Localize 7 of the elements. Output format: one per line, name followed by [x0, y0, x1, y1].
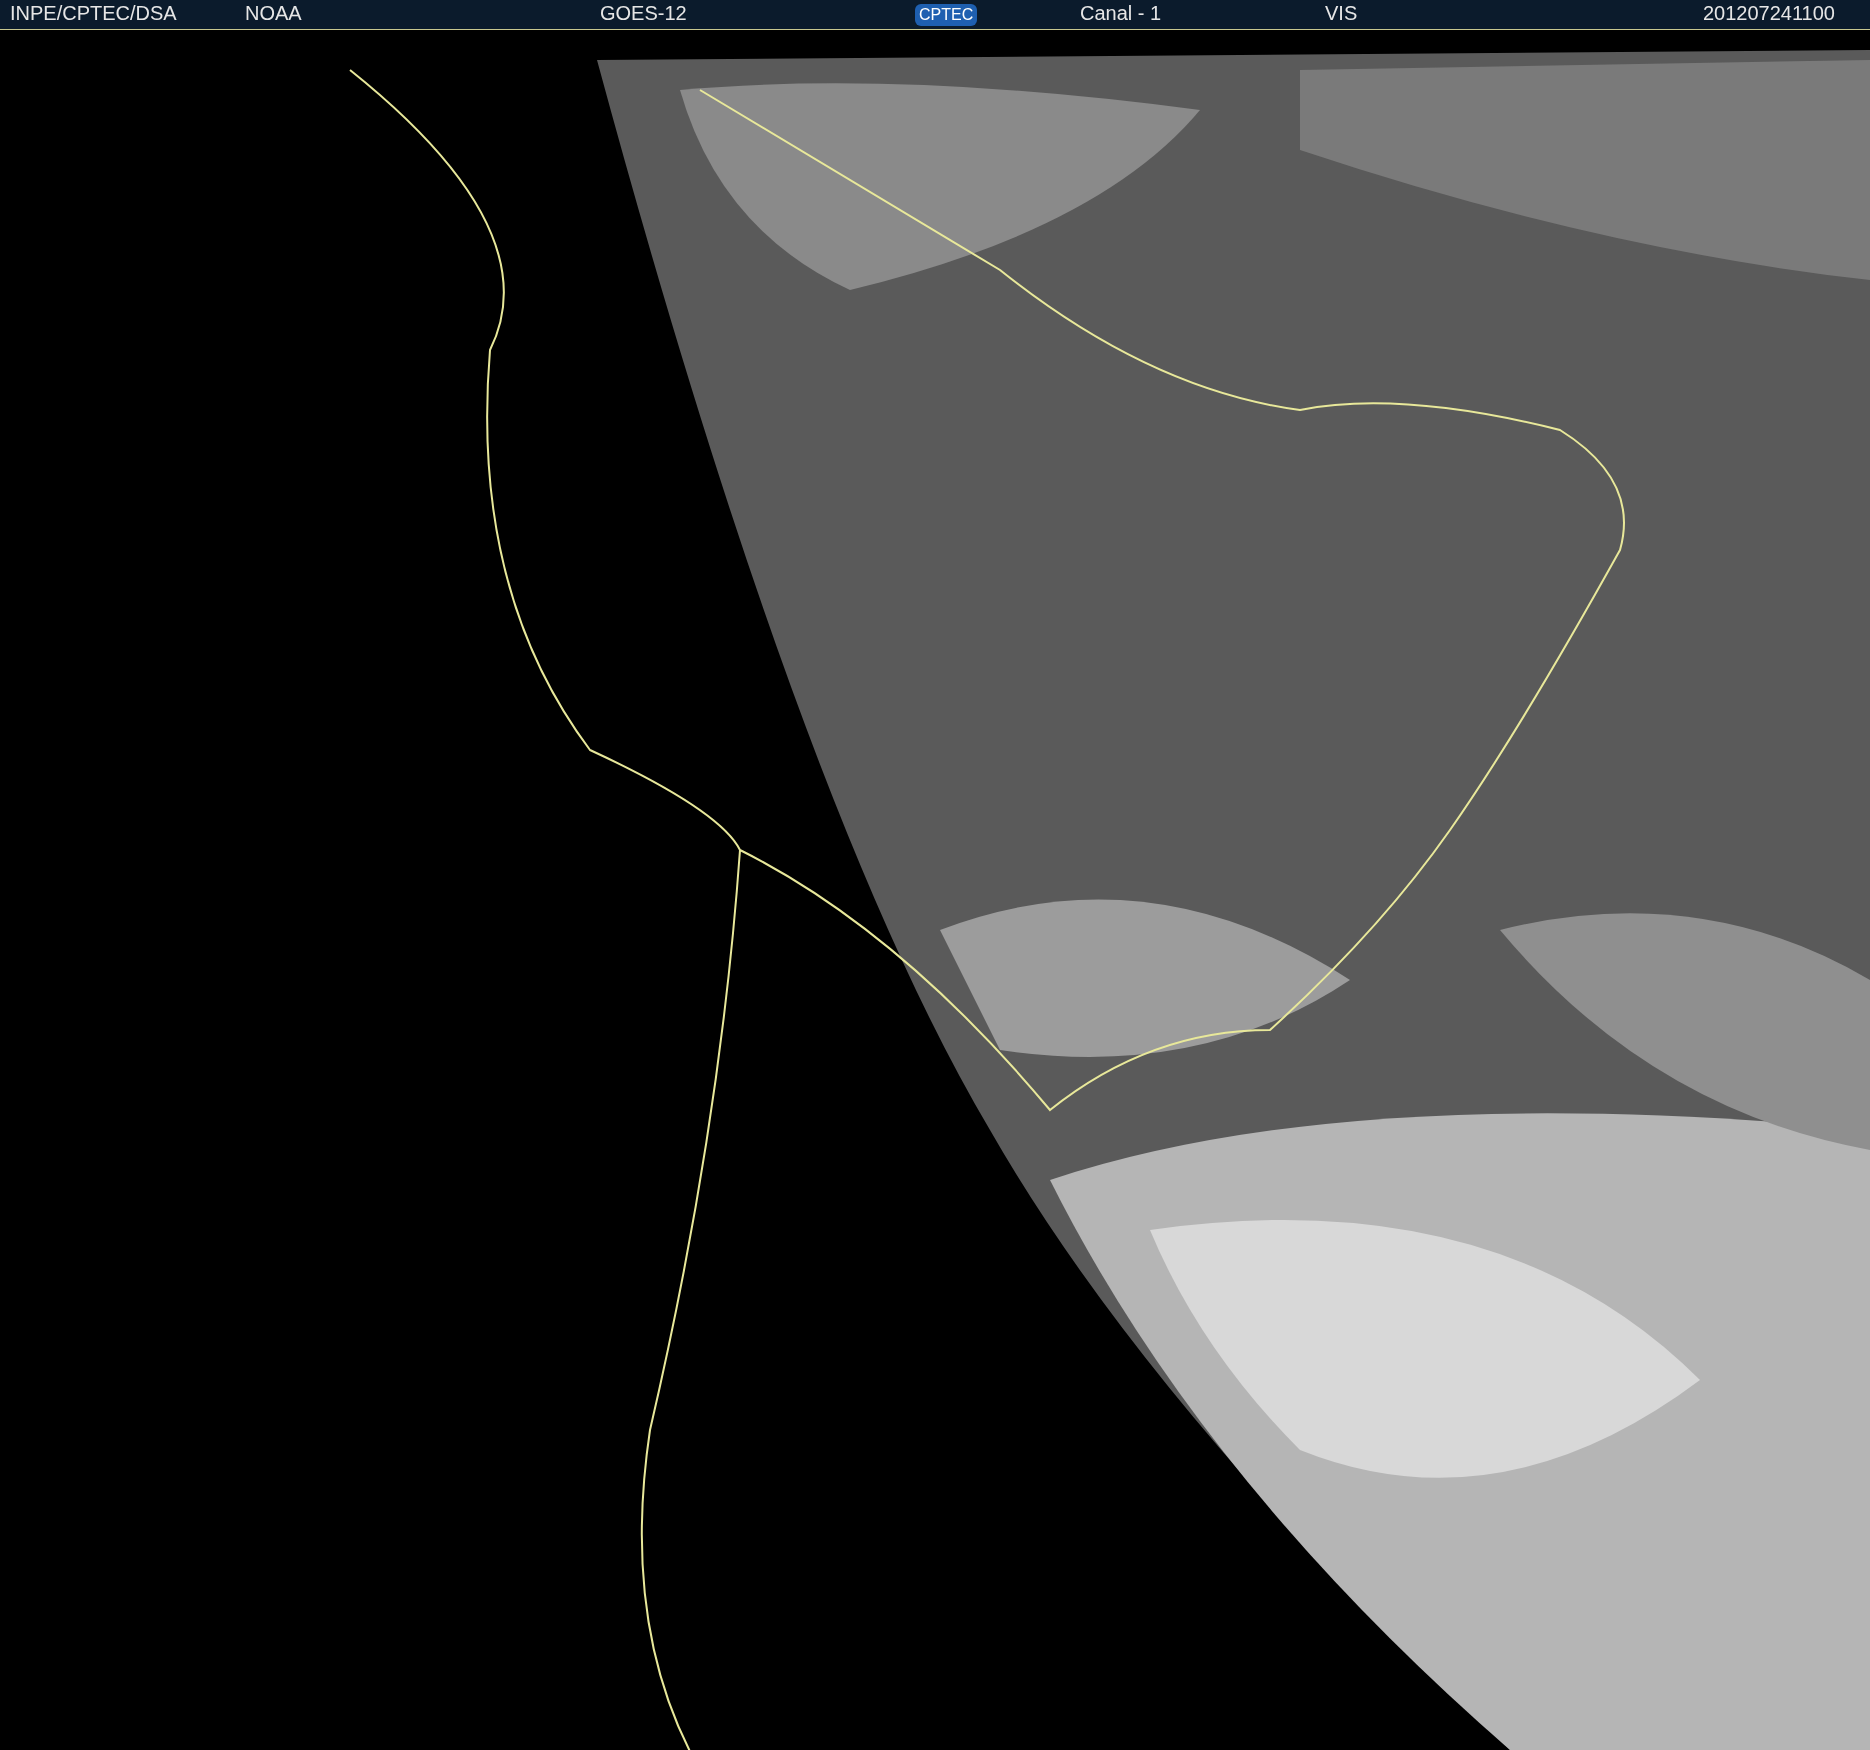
logo: CPTEC — [915, 3, 978, 26]
channel-label: Canal - 1 — [1080, 1, 1162, 24]
band-label: VIS — [1325, 1, 1358, 24]
agency-label: NOAA — [245, 1, 302, 24]
timestamp-label: 201207241100 — [1703, 1, 1835, 24]
source-label: INPE/CPTEC/DSA — [10, 1, 177, 24]
satellite-label: GOES-12 — [600, 1, 687, 24]
